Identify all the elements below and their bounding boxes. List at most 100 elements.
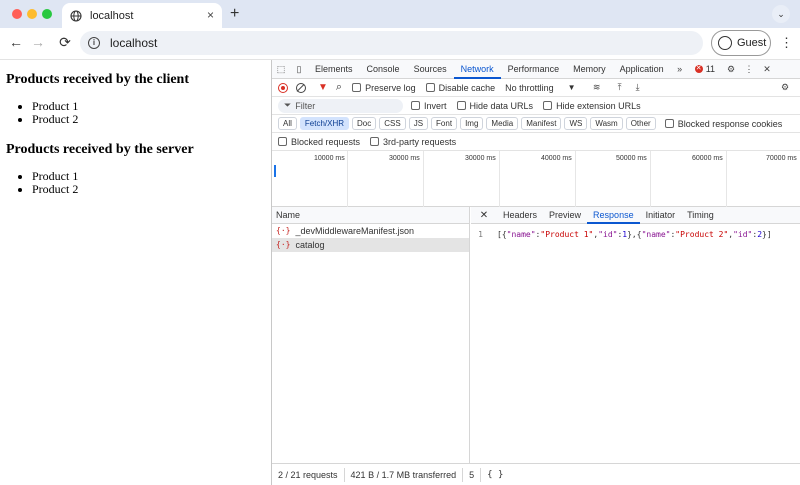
browser-tab[interactable]: localhost × [62, 3, 222, 28]
json-token: }] [762, 230, 772, 239]
tab-initiator[interactable]: Initiator [640, 207, 682, 224]
timeline-tick-label: 30000 ms [465, 155, 496, 162]
detail-tab-bar: ✕ Headers Preview Response Initiator Tim… [471, 207, 800, 224]
browser-menu-icon[interactable]: ⋮ [780, 35, 793, 51]
tab-performance[interactable]: Performance [501, 60, 567, 79]
close-devtools-icon[interactable]: ✕ [761, 64, 773, 75]
device-toolbar-icon[interactable]: ▯ [293, 64, 305, 75]
import-har-icon[interactable]: ⤒ [614, 82, 626, 93]
reload-icon[interactable]: ⟳ [55, 34, 75, 51]
tab-elements[interactable]: Elements [308, 60, 360, 79]
blocked-filters-row: Blocked requests 3rd-party requests [272, 133, 800, 151]
network-toolbar: ▼ ⌕ Preserve log Disable cache No thrott… [272, 79, 800, 97]
tab-timing[interactable]: Timing [681, 207, 720, 224]
preserve-log-checkbox[interactable]: Preserve log [352, 83, 416, 93]
line-number: 1 [478, 230, 483, 239]
timeline-tick-label: 50000 ms [616, 155, 647, 162]
server-products-list: Product 1 Product 2 [32, 170, 265, 196]
chip-img[interactable]: Img [460, 117, 484, 130]
tab-search-button[interactable]: ⌄ [772, 5, 790, 23]
truncated-status: 5 [463, 467, 482, 482]
timeline-tick-label: 60000 ms [692, 155, 723, 162]
timeline-tick-label: 30000 ms [389, 155, 420, 162]
forward-arrow-icon[interactable]: → [28, 34, 48, 50]
export-har-icon[interactable]: ⤓ [632, 82, 644, 93]
filter-row: ⏷ Filter Invert Hide data URLs Hide exte… [272, 97, 800, 115]
error-count-badge[interactable]: ✕ 11 [694, 64, 716, 74]
json-token: "name" [506, 230, 536, 239]
chip-font[interactable]: Font [431, 117, 458, 130]
invert-checkbox[interactable]: Invert [411, 101, 447, 111]
fetch-request-icon: {·} [276, 240, 291, 249]
hide-data-urls-checkbox[interactable]: Hide data URLs [456, 101, 533, 111]
back-arrow-icon[interactable]: ← [6, 34, 26, 50]
json-token: },{ [627, 230, 642, 239]
site-info-icon[interactable]: i [88, 37, 100, 49]
chip-fetch-xhr[interactable]: Fetch/XHR [299, 117, 350, 130]
address-bar[interactable]: i localhost [80, 31, 703, 55]
chip-media[interactable]: Media [486, 117, 519, 130]
inspect-element-icon[interactable]: ⬚ [275, 64, 287, 75]
minimize-window-button[interactable] [27, 9, 37, 19]
settings-gear-icon[interactable]: ⚙ [725, 64, 737, 75]
tab-preview[interactable]: Preview [543, 207, 587, 224]
devtools-tab-bar: ⬚ ▯ Elements Console Sources Network Per… [272, 60, 800, 79]
filter-input[interactable]: ⏷ Filter [278, 98, 403, 113]
chip-js[interactable]: JS [408, 117, 429, 130]
transferred-size: 421 B / 1.7 MB transferred [345, 467, 464, 482]
chip-manifest[interactable]: Manifest [521, 117, 562, 130]
url-text[interactable]: localhost [110, 36, 157, 50]
tab-headers[interactable]: Headers [497, 207, 543, 224]
chip-wasm[interactable]: Wasm [590, 117, 623, 130]
blocked-requests-checkbox[interactable]: Blocked requests [278, 137, 360, 147]
chip-doc[interactable]: Doc [352, 117, 377, 130]
clear-log-icon[interactable] [296, 82, 306, 93]
error-count: 11 [705, 64, 716, 74]
server-products-heading: Products received by the server [6, 142, 194, 157]
timeline-tick-label: 10000 ms [314, 155, 345, 162]
third-party-requests-checkbox[interactable]: 3rd-party requests [370, 137, 456, 147]
network-split-view: Name {·} _devMiddlewareManifest.json {·}… [272, 207, 800, 463]
filter-funnel-icon[interactable]: ▼ [318, 82, 328, 93]
disable-cache-checkbox[interactable]: Disable cache [425, 83, 495, 93]
network-conditions-icon[interactable]: ≋ [591, 82, 603, 93]
timeline-tick-label: 40000 ms [541, 155, 572, 162]
tab-response[interactable]: Response [587, 207, 640, 224]
new-tab-button[interactable]: + [230, 5, 239, 23]
network-overview-timeline[interactable]: 10000 ms 30000 ms 30000 ms 40000 ms 5000… [272, 151, 800, 207]
request-row-selected[interactable]: {·} catalog [272, 238, 469, 252]
tab-close-icon[interactable]: × [207, 8, 214, 22]
tab-memory[interactable]: Memory [566, 60, 613, 79]
tab-console[interactable]: Console [360, 60, 407, 79]
maximize-window-button[interactable] [42, 9, 52, 19]
blocked-response-cookies-checkbox[interactable]: Blocked response cookies [664, 119, 782, 129]
throttling-select[interactable]: No throttling ▼ [505, 83, 575, 93]
tab-sources[interactable]: Sources [407, 60, 454, 79]
chip-other[interactable]: Other [625, 117, 656, 130]
globe-icon [70, 9, 82, 22]
chip-css[interactable]: CSS [379, 117, 406, 130]
network-settings-icon[interactable]: ⚙ [779, 82, 791, 93]
pretty-print-icon[interactable]: { } [481, 470, 503, 480]
devtools-menu-icon[interactable]: ⋮ [743, 64, 755, 75]
chip-all[interactable]: All [278, 117, 297, 130]
profile-button[interactable]: Guest [711, 30, 771, 56]
search-icon[interactable]: ⌕ [336, 81, 342, 94]
filter-icon: ⏷ [284, 100, 292, 110]
tab-application[interactable]: Application [613, 60, 671, 79]
response-code-view[interactable]: 1 [{"name":"Product 1","id":1},{"name":"… [471, 224, 800, 239]
close-detail-icon[interactable]: ✕ [471, 210, 497, 221]
hide-extension-urls-checkbox[interactable]: Hide extension URLs [543, 101, 641, 111]
more-tabs-icon[interactable]: » [674, 64, 686, 74]
client-products-heading: Products received by the client [6, 72, 190, 87]
name-column-header[interactable]: Name [272, 207, 469, 224]
record-icon[interactable] [278, 82, 288, 93]
close-window-button[interactable] [12, 9, 22, 19]
json-token: "id" [733, 230, 753, 239]
filter-placeholder: Filter [295, 100, 316, 111]
chip-ws[interactable]: WS [564, 117, 588, 130]
json-token: "Product 1" [540, 230, 594, 239]
request-row[interactable]: {·} _devMiddlewareManifest.json [272, 224, 469, 238]
tab-network[interactable]: Network [453, 60, 501, 79]
response-json-line: [{"name":"Product 1","id":1},{"name":"Pr… [497, 230, 772, 239]
